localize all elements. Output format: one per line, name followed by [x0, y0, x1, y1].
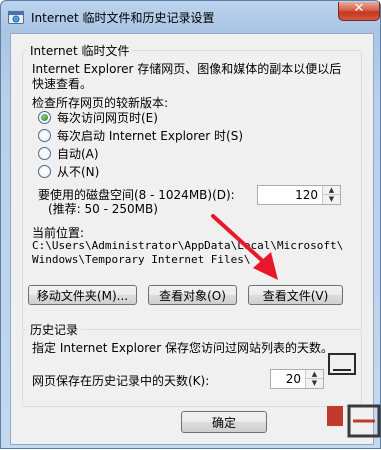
watermark-logo	[327, 353, 381, 438]
annotation-arrow	[211, 214, 278, 280]
dialog-window: Internet 临时文件和历史记录设置 ✕ Internet 临时文件 Int…	[0, 0, 381, 449]
